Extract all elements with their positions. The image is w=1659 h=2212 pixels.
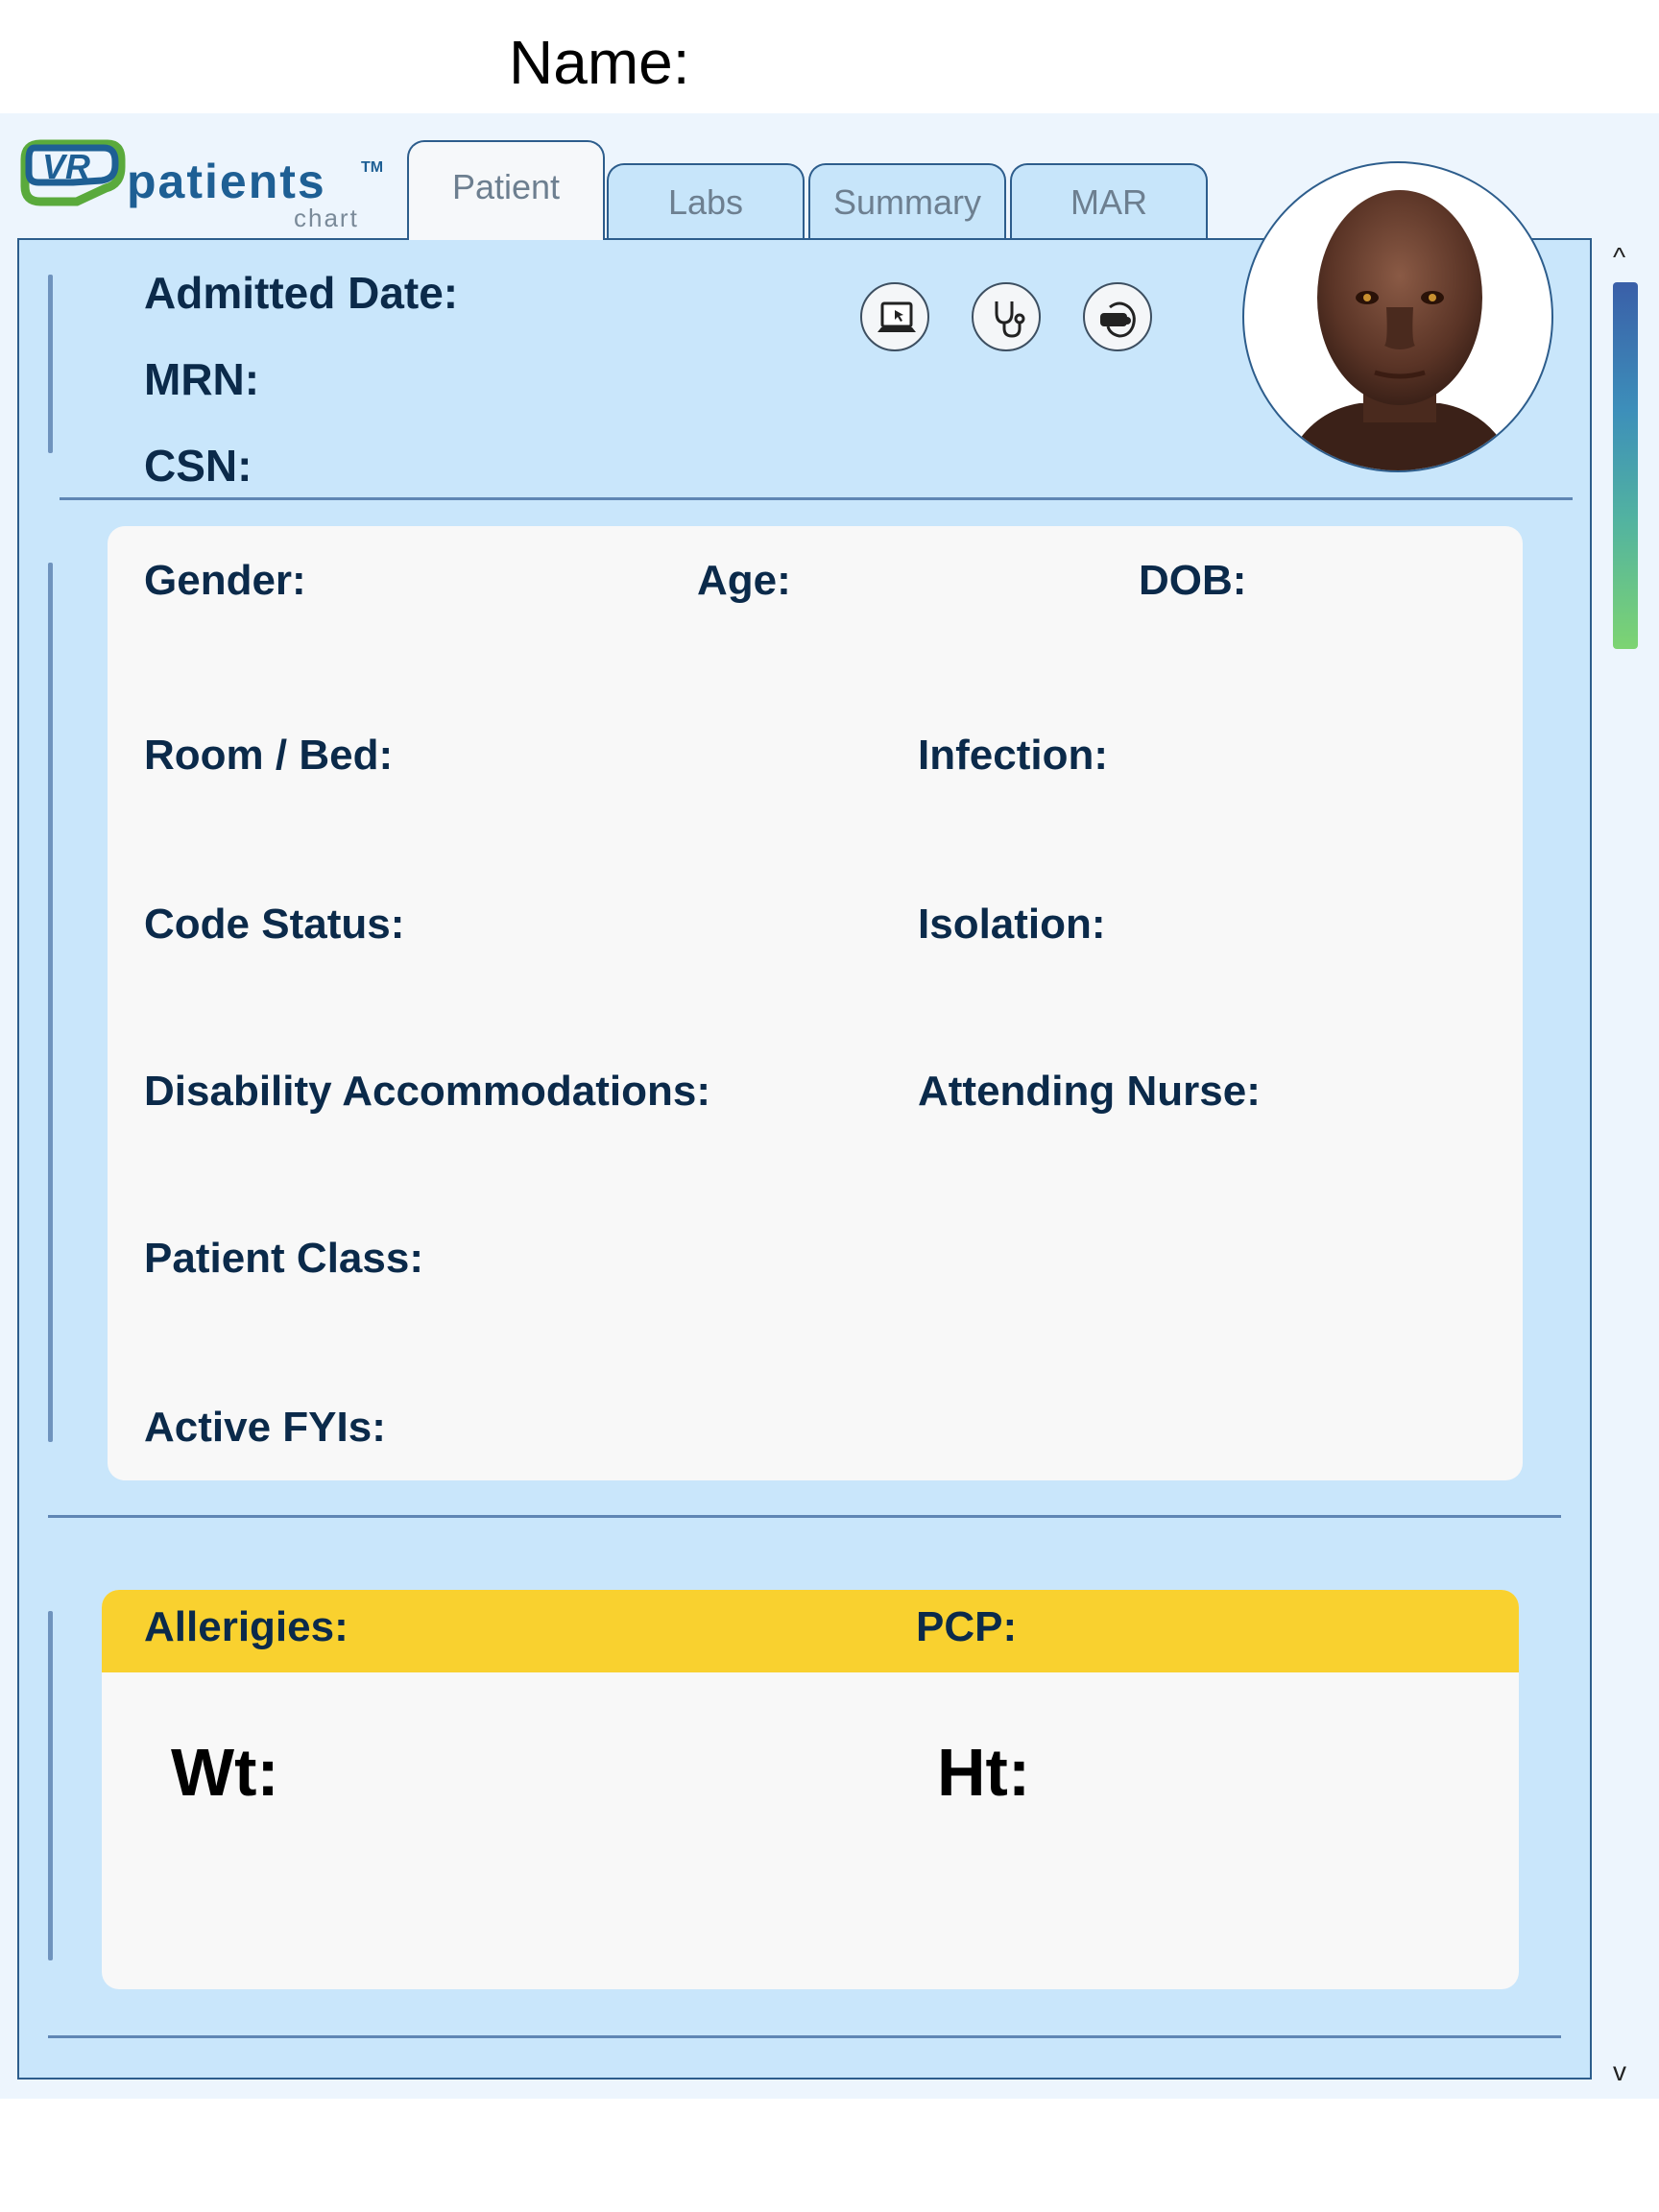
- tab-patient[interactable]: Patient: [407, 140, 605, 240]
- scrollbar-thumb[interactable]: [1613, 282, 1638, 649]
- laptop-button[interactable]: [860, 282, 929, 351]
- patient-portrait: [1284, 190, 1516, 470]
- age-label: Age:: [697, 557, 791, 604]
- allergy-card: Allerigies: PCP: Wt: Ht:: [102, 1590, 1519, 1989]
- logo-word: patients: [127, 155, 326, 208]
- isolation-label: Isolation:: [918, 901, 1106, 948]
- name-label: Name:: [509, 28, 690, 97]
- vr-headset-icon: [1100, 301, 1136, 338]
- scroll-down-button[interactable]: v: [1613, 2056, 1626, 2087]
- stethoscope-button[interactable]: [972, 282, 1041, 351]
- stethoscope-icon: [995, 301, 1025, 338]
- mrn-label: MRN:: [144, 354, 260, 404]
- laptop-icon: [878, 301, 916, 332]
- tab-mar[interactable]: MAR: [1010, 163, 1208, 240]
- vr-headset-button[interactable]: [1083, 282, 1152, 351]
- patient-info-card: Gender: Age: DOB: Room / Bed: Infection:…: [108, 526, 1523, 1480]
- dob-label: DOB:: [1139, 557, 1247, 604]
- attending-nurse-label: Attending Nurse:: [918, 1068, 1261, 1115]
- logo-tm: TM: [361, 159, 384, 176]
- patient-class-label: Patient Class:: [144, 1235, 423, 1282]
- infection-label: Infection:: [918, 732, 1108, 779]
- vr-logo-icon: VR: [20, 139, 126, 206]
- gender-label: Gender:: [144, 557, 306, 604]
- disability-accommodations-label: Disability Accommodations:: [144, 1068, 711, 1115]
- tab-mar-label: MAR: [1070, 182, 1147, 222]
- patient-panel: Admitted Date: MRN: CSN: Gender: Age: DO…: [17, 238, 1592, 2080]
- section-divider-vertical: [48, 1611, 53, 1960]
- pcp-label: PCP:: [916, 1603, 1018, 1650]
- scroll-up-button[interactable]: ^: [1613, 242, 1625, 273]
- divider-line: [48, 2035, 1561, 2038]
- room-bed-label: Room / Bed:: [144, 732, 394, 779]
- tab-summary[interactable]: Summary: [808, 163, 1006, 240]
- patient-avatar: [1242, 161, 1553, 472]
- tab-labs-label: Labs: [667, 182, 744, 222]
- height-label: Ht:: [937, 1735, 1031, 1810]
- admitted-date-label: Admitted Date:: [144, 268, 459, 318]
- vrpatients-logo: VR patients TM chart: [19, 134, 384, 232]
- tab-summary-label: Summary: [832, 182, 982, 222]
- tab-patient-label: Patient: [451, 167, 561, 206]
- tab-labs[interactable]: Labs: [607, 163, 805, 240]
- section-divider-vertical: [48, 563, 53, 1442]
- code-status-label: Code Status:: [144, 901, 405, 948]
- active-fyis-label: Active FYIs:: [144, 1404, 386, 1451]
- csn-label: CSN:: [144, 441, 252, 491]
- weight-label: Wt:: [171, 1735, 279, 1810]
- logo-sub: chart: [294, 204, 359, 232]
- divider-line: [60, 497, 1573, 500]
- allergies-label: Allerigies:: [144, 1603, 349, 1650]
- svg-text:VR: VR: [42, 147, 90, 186]
- divider-line: [48, 1515, 1561, 1518]
- section-divider-vertical: [48, 275, 53, 453]
